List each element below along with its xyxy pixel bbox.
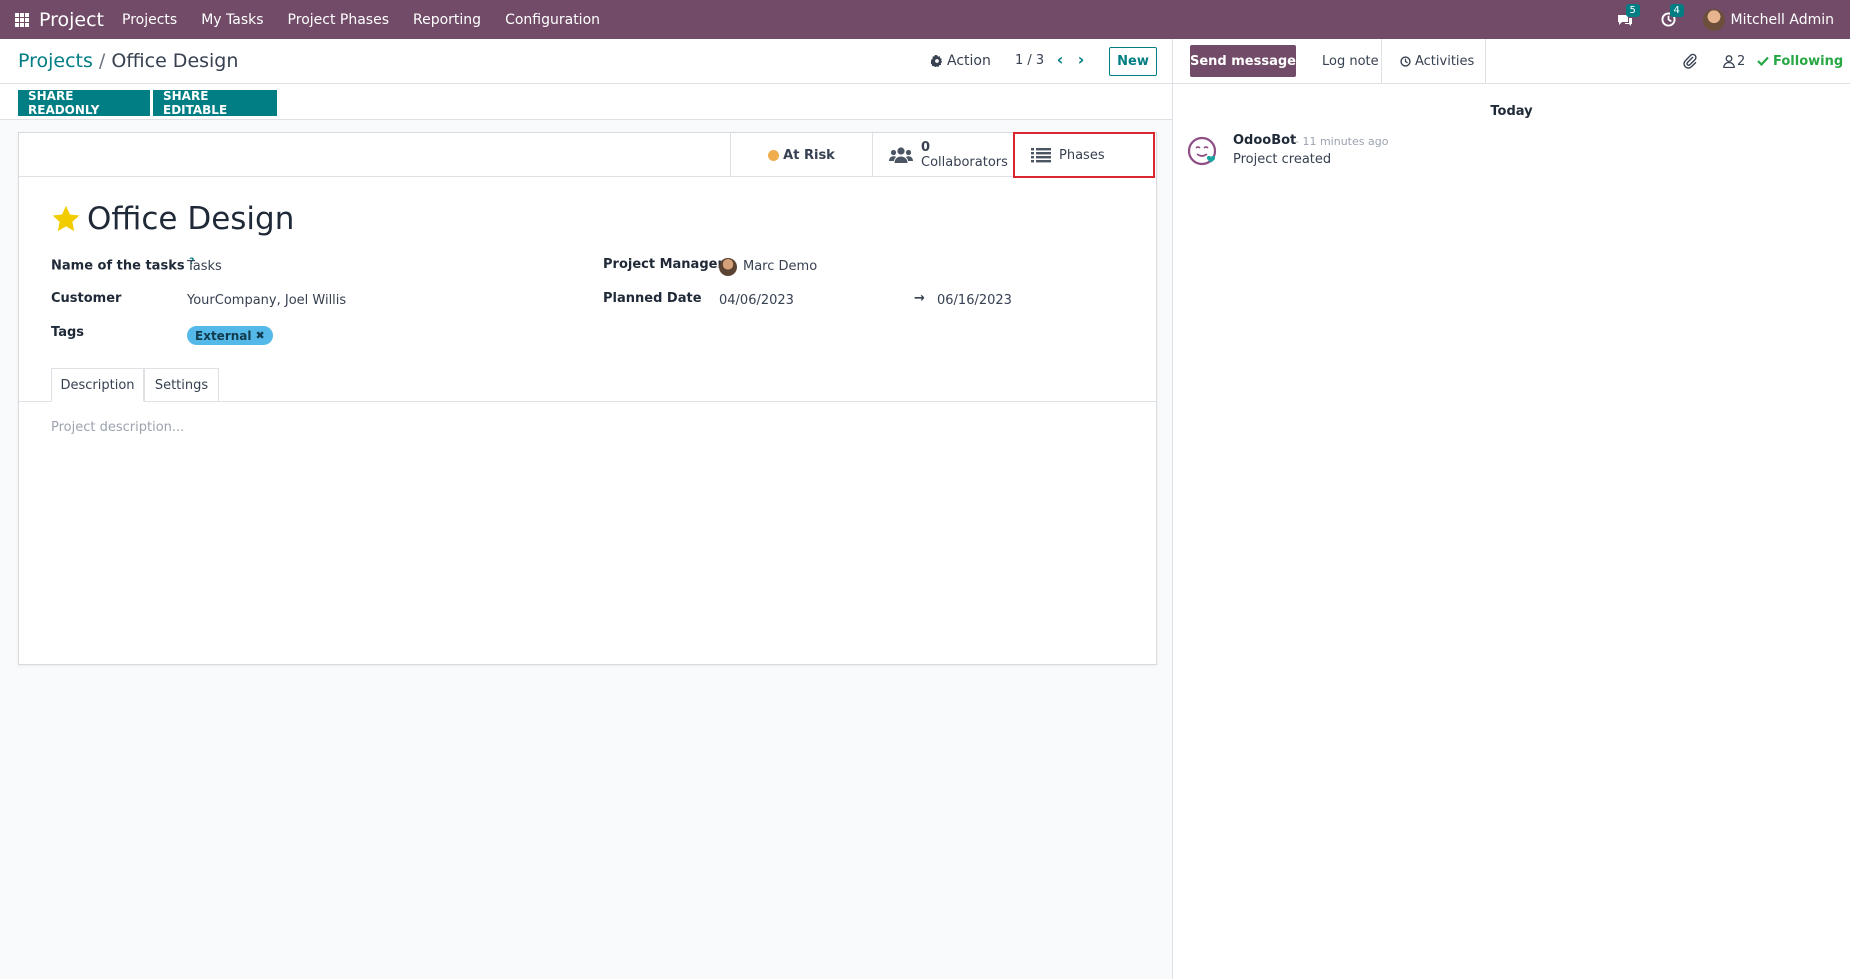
followers-button[interactable]: 2 [1723,49,1745,73]
form-sheet: At Risk 0 Collaborators Phases Office De… [18,132,1157,665]
breadcrumb-current: Office Design [111,50,239,72]
users-icon [889,147,913,163]
divider [1381,39,1382,84]
activities-button[interactable]: Activities [1388,45,1486,77]
planned-date-label: Planned Date [603,291,702,306]
breadcrumb: Projects / Office Design [18,50,238,72]
message-author[interactable]: OdooBot [1233,133,1296,148]
action-button[interactable]: Action [931,53,991,69]
collaborators-count: 0 [921,140,931,155]
pager-value[interactable]: 1 / 3 [1015,53,1044,68]
following-button[interactable]: Following [1757,49,1843,73]
menu-configuration[interactable]: Configuration [505,12,600,28]
breadcrumb-separator: / [98,50,106,72]
pager-next-icon[interactable]: › [1072,49,1090,69]
messages-icon[interactable]: 5 [1615,3,1640,30]
followers-count: 2 [1737,53,1746,69]
user-avatar[interactable] [1702,8,1725,31]
collaborators-button[interactable]: 0 Collaborators [872,133,1014,177]
apps-grid-icon[interactable] [15,12,29,27]
name-of-tasks-label: Name of the tasks ? [51,257,194,273]
description-editor[interactable]: Project description... [51,420,184,435]
following-label: Following [1773,53,1844,69]
customer-label: Customer [51,291,122,306]
tab-description[interactable]: Description [51,368,144,402]
user-icon [1723,54,1735,68]
status-button[interactable]: At Risk [730,133,872,177]
chatter-panel: Send message Log note Activities 2 Follo… [1172,39,1850,979]
log-note-button[interactable]: Log note [1310,45,1391,77]
project-manager-field[interactable]: Marc Demo [743,259,817,274]
customer-field[interactable]: YourCompany, Joel Willis [187,293,346,308]
title-row: Office Design [51,201,294,237]
share-readonly-button[interactable]: SHARE READONLY [18,89,150,117]
message-time: - 11 minutes ago [1295,135,1389,148]
gear-icon [931,55,943,67]
date-range-arrow-icon: → [914,291,925,306]
manager-avatar [719,258,737,276]
chatter-topbar: Send message Log note Activities 2 Follo… [1173,39,1850,84]
tag-external[interactable]: External ✖ [187,326,273,345]
new-button[interactable]: New [1109,47,1157,76]
tag-label: External [195,328,252,343]
list-icon [1031,148,1051,163]
name-of-tasks-field[interactable]: Tasks [187,259,222,274]
messages-badge: 5 [1625,3,1640,17]
breadcrumb-projects-link[interactable]: Projects [18,50,93,72]
form-header: SHARE READONLY SHARE EDITABLE [0,84,1172,120]
top-navbar: Project Projects My Tasks Project Phases… [0,0,1850,39]
pager-previous-icon[interactable]: ‹ [1051,49,1069,69]
activities-label: Activities [1415,53,1475,69]
user-name[interactable]: Mitchell Admin [1731,12,1835,28]
collaborators-label: Collaborators [921,155,1008,170]
activities-clock-icon[interactable]: 4 [1659,3,1684,30]
project-name[interactable]: Office Design [87,201,294,237]
control-panel: Projects / Office Design Action 1 / 3 ‹ › … [0,39,1172,84]
check-icon [1757,56,1769,66]
share-editable-button[interactable]: SHARE EDITABLE [153,89,277,117]
tab-settings[interactable]: Settings [144,368,219,402]
favorite-star-icon[interactable] [51,204,81,234]
attachment-paperclip-icon[interactable] [1683,49,1697,73]
menu-reporting[interactable]: Reporting [413,12,481,28]
menu-project-phases[interactable]: Project Phases [288,12,389,28]
planned-date-end[interactable]: 06/16/2023 [937,293,1012,308]
message-body: Project created [1233,152,1332,167]
notebook-tabs: Description Settings [19,368,1156,402]
tags-label: Tags [51,325,85,340]
phases-label: Phases [1059,147,1105,163]
phases-button[interactable]: Phases [1014,133,1156,177]
status-dot-icon [768,149,780,161]
divider [1485,39,1486,84]
send-message-button[interactable]: Send message [1190,45,1296,77]
project-manager-label: Project Manager [603,257,724,272]
date-separator: Today [1490,104,1533,119]
status-label: At Risk [783,147,835,163]
activities-badge: 4 [1669,3,1684,17]
menu-my-tasks[interactable]: My Tasks [201,12,263,28]
menu-projects[interactable]: Projects [122,12,177,28]
app-name[interactable]: Project [39,9,104,31]
name-of-tasks-label-text: Name of the tasks [51,258,185,274]
planned-date-start[interactable]: 04/06/2023 [719,293,794,308]
smart-button-box: At Risk 0 Collaborators Phases [19,133,1156,177]
clock-icon [1400,55,1411,67]
tag-remove-icon[interactable]: ✖ [255,329,264,342]
action-label: Action [947,53,991,69]
odoobot-avatar [1187,136,1217,166]
